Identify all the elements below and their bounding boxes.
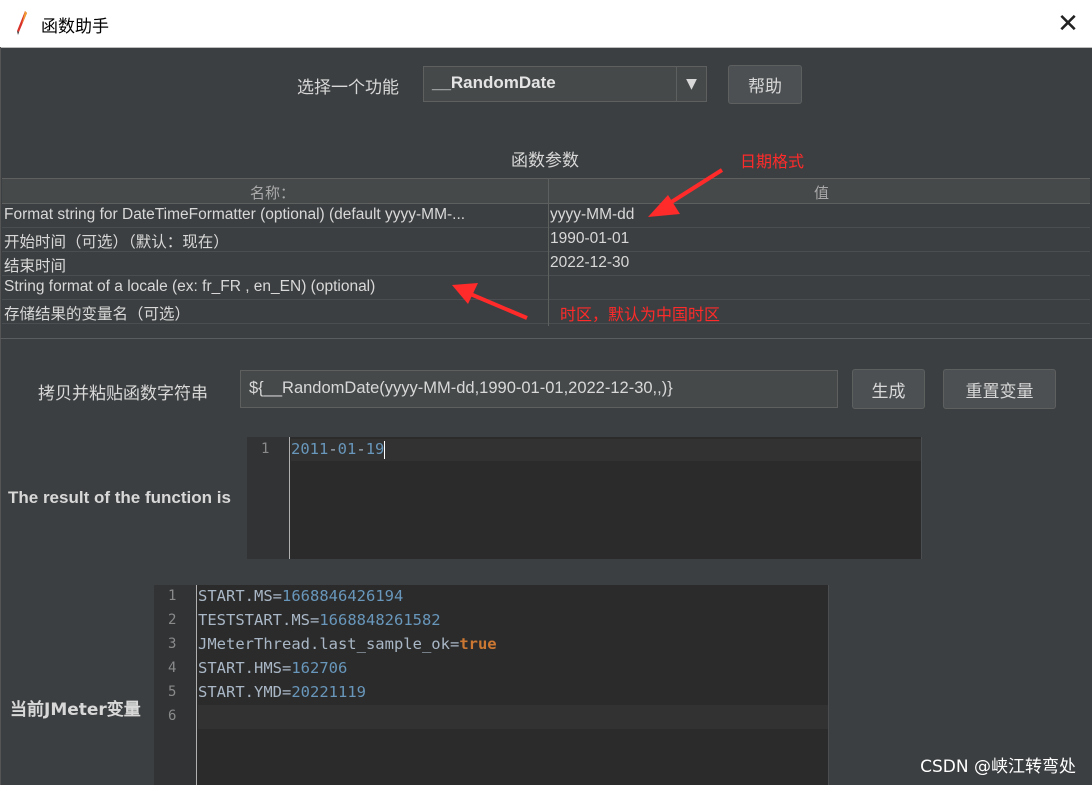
function-string-value: ${__RandomDate(yyyy-MM-dd,1990-01-01,202… [249, 379, 673, 397]
current-line-highlight [291, 439, 923, 461]
variable-line: START.HMS=162706 [198, 659, 348, 677]
result-editor[interactable]: 1 2011-01-19 [247, 437, 942, 559]
variable-line: JMeterThread.last_sample_ok=true [198, 635, 497, 653]
variables-gutter: 1 2 3 4 5 6 [154, 585, 197, 785]
current-line-highlight [198, 705, 828, 729]
variable-line: START.MS=1668846426194 [198, 587, 404, 605]
line-number: 1 [168, 588, 177, 604]
result-gutter: 1 [247, 437, 290, 559]
line-number: 4 [168, 660, 177, 676]
line-number: 1 [261, 441, 270, 457]
generate-button[interactable]: 生成 [852, 369, 925, 409]
result-scrollbar[interactable] [921, 437, 942, 559]
watermark: CSDN @峡江转弯处 [920, 757, 1076, 777]
arrow-icon [648, 168, 724, 217]
copy-paste-label: 拷贝并粘贴函数字符串 [38, 384, 208, 404]
section-divider [0, 338, 1092, 339]
variables-label: 当前JMeter变量 [10, 700, 141, 720]
variables-editor[interactable]: 1 2 3 4 5 6 START.MS=1668846426194 TESTS… [154, 585, 849, 785]
result-value[interactable]: 2011-01-19 [291, 440, 386, 459]
text-caret [384, 440, 386, 459]
line-number: 3 [168, 636, 177, 652]
line-number: 6 [168, 708, 177, 724]
variable-line: START.YMD=20221119 [198, 683, 366, 701]
function-string-input[interactable]: ${__RandomDate(yyyy-MM-dd,1990-01-01,202… [240, 370, 838, 408]
line-number: 2 [168, 612, 177, 628]
variables-scrollbar[interactable] [828, 585, 849, 785]
line-number: 5 [168, 684, 177, 700]
arrow-icon [452, 283, 528, 320]
variable-line: TESTSTART.MS=1668848261582 [198, 611, 441, 629]
result-label: The result of the function is [8, 488, 231, 507]
reset-variables-button[interactable]: 重置变量 [943, 369, 1056, 409]
